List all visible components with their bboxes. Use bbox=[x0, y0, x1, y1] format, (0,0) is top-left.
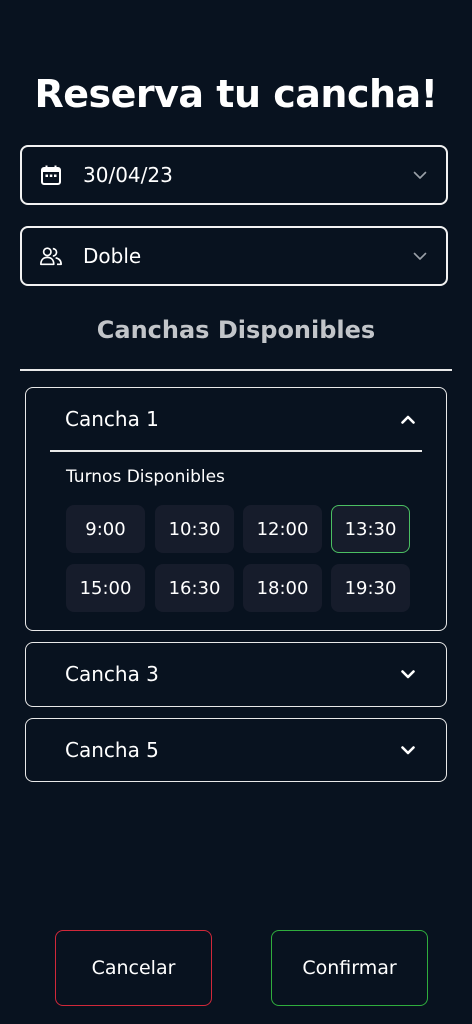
date-value: 30/04/23 bbox=[83, 163, 173, 187]
time-slot[interactable]: 9:00 bbox=[66, 505, 145, 553]
mode-value: Doble bbox=[83, 244, 142, 268]
page-title: Reserva tu cancha! bbox=[34, 72, 438, 116]
time-slot[interactable]: 16:30 bbox=[155, 564, 234, 612]
cancel-button[interactable]: Cancelar bbox=[55, 930, 212, 1006]
chevron-down-icon bbox=[410, 165, 430, 185]
court-panel-1: Cancha 1 Turnos Disponibles 9:00 10:30 1… bbox=[25, 387, 447, 631]
court-label: Cancha 1 bbox=[65, 407, 159, 431]
court-panel-5: Cancha 5 bbox=[25, 718, 447, 782]
users-icon bbox=[39, 244, 63, 268]
date-select[interactable]: 30/04/23 bbox=[20, 145, 448, 205]
time-slot[interactable]: 10:30 bbox=[155, 505, 234, 553]
section-divider bbox=[20, 369, 452, 371]
time-slot[interactable]: 18:00 bbox=[243, 564, 322, 612]
court-header-5[interactable]: Cancha 5 bbox=[26, 719, 446, 781]
court-header-3[interactable]: Cancha 3 bbox=[26, 643, 446, 705]
section-title: Canchas Disponibles bbox=[96, 316, 376, 344]
chevron-down-icon bbox=[398, 740, 418, 760]
time-slot[interactable]: 19:30 bbox=[331, 564, 410, 612]
confirm-button[interactable]: Confirmar bbox=[271, 930, 428, 1006]
chevron-down-icon bbox=[398, 664, 418, 684]
court-label: Cancha 5 bbox=[65, 738, 159, 762]
calendar-icon bbox=[39, 163, 63, 187]
court-header-1[interactable]: Cancha 1 bbox=[26, 388, 446, 450]
court-panel-divider bbox=[50, 450, 422, 452]
time-slot[interactable]: 15:00 bbox=[66, 564, 145, 612]
court-label: Cancha 3 bbox=[65, 662, 159, 686]
time-slot[interactable]: 12:00 bbox=[243, 505, 322, 553]
court-panel-3: Cancha 3 bbox=[25, 642, 447, 707]
chevron-up-icon bbox=[398, 409, 418, 429]
time-slot-selected[interactable]: 13:30 bbox=[331, 505, 410, 553]
mode-select[interactable]: Doble bbox=[20, 226, 448, 286]
chevron-down-icon bbox=[410, 246, 430, 266]
turnos-label: Turnos Disponibles bbox=[66, 467, 225, 487]
